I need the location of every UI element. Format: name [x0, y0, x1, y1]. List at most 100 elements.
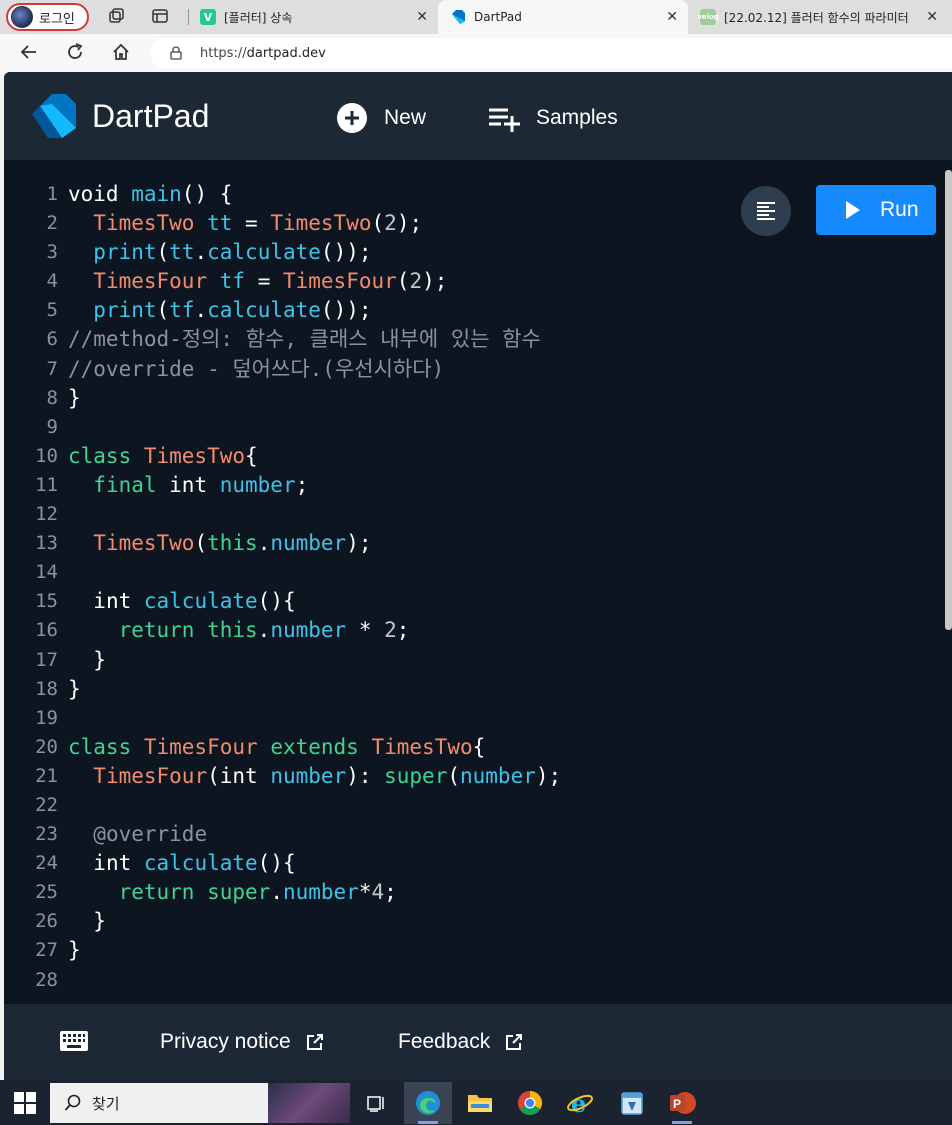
line-number: 27	[35, 939, 58, 962]
home-icon[interactable]	[110, 42, 132, 64]
file-explorer-icon[interactable]	[456, 1082, 504, 1124]
code-line[interactable]: 19	[4, 704, 952, 733]
taskbar-search[interactable]: 찾기	[50, 1083, 350, 1123]
dartpad-header: DartPad New Samples	[4, 72, 952, 160]
code-line[interactable]: 10 class TimesTwo{	[4, 442, 952, 471]
close-tab-icon[interactable]: ✕	[926, 9, 938, 25]
code-line[interactable]: 2 TimesTwo tt = TimesTwo(2);	[4, 209, 952, 238]
tab-title: [22.02.12] 플러터 함수의 파라미터	[724, 10, 909, 25]
code-line[interactable]: 22	[4, 791, 952, 820]
code-line[interactable]: 15 int calculate(){	[4, 587, 952, 616]
samples-button-label: Samples	[536, 106, 618, 129]
code-token: }	[68, 938, 81, 963]
code-token: (	[371, 211, 385, 236]
edge-icon[interactable]	[404, 1082, 452, 1124]
code-line[interactable]: 4 TimesFour tf = TimesFour(2);	[4, 267, 952, 296]
back-icon[interactable]	[18, 42, 40, 64]
code-text: final int number;	[68, 471, 308, 500]
search-highlight-image	[268, 1083, 350, 1123]
run-button[interactable]: Run	[816, 185, 936, 235]
calendar-app-icon[interactable]	[608, 1082, 656, 1124]
line-number: 11	[35, 473, 58, 496]
code-line[interactable]: 9	[4, 413, 952, 442]
code-token: main	[131, 182, 182, 206]
refresh-icon[interactable]	[64, 42, 86, 64]
code-lines: 1 void main() {2 TimesTwo tt = TimesTwo(2…	[4, 180, 952, 995]
keyboard-icon[interactable]	[60, 1031, 88, 1051]
code-token: {	[472, 734, 486, 759]
profile-button[interactable]: 로그인	[6, 3, 89, 31]
tab-flutter-function-params[interactable]: velog [22.02.12] 플러터 함수의 파라미터 ✕	[688, 0, 952, 34]
search-label: 찾기	[92, 1094, 120, 1113]
url-field[interactable]: https://dartpad.dev	[150, 38, 952, 68]
task-view-icon[interactable]	[352, 1082, 400, 1124]
powerpoint-icon[interactable]: P	[658, 1082, 706, 1124]
internet-explorer-icon[interactable]: e	[556, 1082, 604, 1124]
line-number: 3	[46, 241, 58, 264]
code-line[interactable]: 11 final int number;	[4, 471, 952, 500]
code-token: print	[93, 298, 157, 323]
code-text: return super.number*4;	[68, 878, 397, 907]
code-line[interactable]: 13 TimesTwo(this.number);	[4, 529, 952, 558]
code-line[interactable]: 21 TimesFour(int number): super(number);	[4, 762, 952, 791]
active-indicator	[672, 1121, 692, 1124]
format-button[interactable]	[741, 186, 791, 236]
code-token: *	[346, 618, 385, 643]
code-token: =	[245, 269, 283, 294]
code-line[interactable]: 25 return super.number*4;	[4, 878, 952, 907]
feedback-link[interactable]: Feedback	[398, 1030, 524, 1054]
code-text: print(tf.calculate());	[68, 296, 371, 325]
privacy-notice-link[interactable]: Privacy notice	[160, 1030, 325, 1054]
code-line[interactable]: 18}	[4, 675, 952, 704]
code-line[interactable]: 6 //method-정의: 함수, 클래스 내부에 있는 함수	[4, 325, 952, 354]
code-text: }	[68, 907, 106, 936]
code-text: }	[68, 675, 81, 704]
tab-actions-icon[interactable]	[150, 7, 170, 27]
code-line[interactable]: 12	[4, 500, 952, 529]
code-line[interactable]: 1 void main() {	[4, 180, 952, 209]
code-line[interactable]: 7 //override - 덮어쓰다.(우선시하다)	[4, 355, 952, 384]
profile-label: 로그인	[39, 11, 75, 27]
tab-flutter-inheritance[interactable]: V [플러터] 상속 ✕	[188, 0, 438, 34]
line-number: 14	[35, 561, 58, 584]
code-line[interactable]: 3 print(tt.calculate());	[4, 238, 952, 267]
code-line[interactable]: 8}	[4, 384, 952, 413]
code-line[interactable]: 27}	[4, 936, 952, 965]
code-token: .	[194, 298, 208, 323]
code-line[interactable]: 26 }	[4, 907, 952, 936]
workspaces-icon[interactable]	[106, 7, 126, 27]
code-text: int calculate(){	[68, 587, 295, 616]
new-button[interactable]: New	[336, 102, 426, 134]
code-line[interactable]: 24 int calculate(){	[4, 849, 952, 878]
code-line[interactable]: 23 @override	[4, 820, 952, 849]
code-line[interactable]: 14	[4, 558, 952, 587]
chrome-icon[interactable]	[506, 1082, 554, 1124]
code-editor[interactable]: 1 void main() {2 TimesTwo tt = TimesTwo(2…	[4, 160, 952, 1004]
editor-scrollbar[interactable]	[945, 170, 952, 630]
samples-button[interactable]: Samples	[488, 102, 618, 134]
windows-taskbar: 찾기 e P	[0, 1080, 952, 1125]
code-line[interactable]: 5 print(tf.calculate());	[4, 296, 952, 325]
add-circle-icon	[337, 103, 367, 133]
code-line[interactable]: 17 }	[4, 646, 952, 675]
tab-dartpad[interactable]: DartPad ✕	[438, 0, 688, 34]
windows-start-icon[interactable]	[14, 1092, 36, 1114]
close-tab-icon[interactable]: ✕	[416, 9, 428, 25]
code-token: TimesTwo	[93, 531, 195, 556]
code-text: //override - 덮어쓰다.(우선시하다)	[68, 355, 444, 384]
lock-icon[interactable]	[170, 46, 182, 60]
code-line[interactable]: 16 return this.number * 2;	[4, 616, 952, 645]
close-tab-icon[interactable]: ✕	[666, 9, 678, 25]
code-token: return	[118, 618, 208, 643]
line-number: 1	[46, 183, 58, 205]
code-line[interactable]: 20 class TimesFour extends TimesTwo{	[4, 733, 952, 762]
code-token: int	[93, 589, 144, 614]
code-line[interactable]: 28	[4, 966, 952, 995]
run-button-label: Run	[880, 198, 919, 221]
